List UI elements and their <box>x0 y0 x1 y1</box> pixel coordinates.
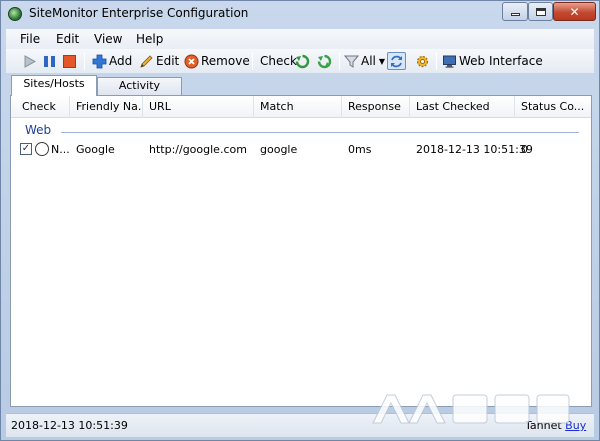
watermark-logo-icon <box>372 394 570 424</box>
pencil-icon <box>140 54 153 68</box>
check-button[interactable]: Check <box>258 52 297 70</box>
add-label: Add <box>109 54 133 68</box>
edit-label: Edit <box>156 54 180 68</box>
sites-list[interactable]: Check Friendly Na... URL Match Response … <box>10 95 592 407</box>
chevron-down-icon: ▼ <box>378 56 386 66</box>
play-icon <box>24 54 37 68</box>
check-label: Check <box>260 54 297 68</box>
tab-activity[interactable]: Activity <box>97 77 182 95</box>
column-header-response[interactable]: Response <box>348 100 410 113</box>
row-url: http://google.com <box>149 143 247 156</box>
edit-button[interactable]: Edit <box>139 52 179 70</box>
pause-button[interactable] <box>42 52 57 70</box>
table-row[interactable]: ✓ N... Google http://google.com google 0… <box>11 140 591 158</box>
toolbar-separator <box>436 52 437 70</box>
minimize-icon <box>510 13 520 16</box>
maximize-button[interactable] <box>528 2 553 21</box>
column-divider[interactable] <box>409 96 410 118</box>
filter-label: All <box>361 54 376 68</box>
column-header-status-code[interactable]: Status Co... <box>521 100 589 113</box>
column-header-url[interactable]: URL <box>149 100 249 113</box>
row-friendly-name: Google <box>76 143 115 156</box>
row-last-checked: 2018-12-13 10:51:39 <box>416 143 533 156</box>
tab-strip: Activity Sites/Hosts <box>6 75 594 96</box>
auto-refresh-toggle[interactable] <box>387 52 406 70</box>
check-all-button[interactable] <box>317 52 332 70</box>
settings-button[interactable] <box>415 52 430 70</box>
list-header: Check Friendly Na... URL Match Response … <box>11 96 591 118</box>
minimize-button[interactable] <box>502 2 528 21</box>
start-button[interactable] <box>22 52 37 70</box>
group-divider <box>61 132 579 133</box>
app-window: SiteMonitor Enterprise Configuration ✕ F… <box>0 0 600 441</box>
pause-icon <box>44 55 55 67</box>
column-header-match[interactable]: Match <box>260 100 340 113</box>
column-header-friendly-name[interactable]: Friendly Na... <box>76 100 141 113</box>
gear-icon <box>416 55 429 67</box>
menu-bar: File Edit View Help <box>6 29 594 49</box>
row-check-cell: N... <box>51 143 70 156</box>
column-divider[interactable] <box>69 96 70 118</box>
maximize-icon <box>535 7 546 16</box>
window-title: SiteMonitor Enterprise Configuration <box>29 6 249 20</box>
title-bar[interactable]: SiteMonitor Enterprise Configuration ✕ <box>1 1 599 27</box>
toolbar-separator <box>84 52 85 70</box>
toolbar-separator <box>339 52 340 70</box>
app-globe-icon <box>8 7 22 21</box>
row-match: google <box>260 143 298 156</box>
refresh-green-icon <box>295 54 310 68</box>
plus-icon <box>92 54 107 68</box>
close-icon: ✕ <box>569 4 580 19</box>
row-status-code: 0 <box>521 143 528 156</box>
menu-file[interactable]: File <box>20 32 40 46</box>
row-checkbox[interactable]: ✓ <box>20 143 32 155</box>
group-header-web[interactable]: Web <box>25 123 51 137</box>
add-button[interactable]: Add <box>92 52 132 70</box>
menu-view[interactable]: View <box>94 32 122 46</box>
column-divider[interactable] <box>514 96 515 118</box>
filter-funnel-icon <box>344 55 359 68</box>
remove-button[interactable]: Remove <box>184 52 250 70</box>
status-last-update: 2018-12-13 10:51:39 <box>11 419 128 432</box>
check-selected-button[interactable] <box>295 52 310 70</box>
remove-icon <box>184 54 199 68</box>
web-interface-label: Web Interface <box>459 54 543 68</box>
filter-dropdown[interactable]: All ▼ <box>344 52 385 70</box>
status-circle-icon <box>35 142 49 156</box>
column-header-check[interactable]: Check <box>22 100 70 113</box>
column-divider[interactable] <box>142 96 143 118</box>
stop-icon <box>63 54 76 68</box>
tab-sites-hosts[interactable]: Sites/Hosts <box>11 75 97 96</box>
toolbar: Add Edit Remove Check All ▼ Web Interfac… <box>6 49 594 73</box>
sync-icon <box>391 55 402 67</box>
stop-button[interactable] <box>62 52 77 70</box>
menu-help[interactable]: Help <box>136 32 163 46</box>
remove-label: Remove <box>201 54 250 68</box>
column-divider[interactable] <box>253 96 254 118</box>
column-header-last-checked[interactable]: Last Checked <box>416 100 514 113</box>
menu-edit[interactable]: Edit <box>56 32 79 46</box>
monitor-icon <box>443 55 456 68</box>
web-interface-button[interactable]: Web Interface <box>442 52 543 70</box>
column-divider[interactable] <box>341 96 342 118</box>
refresh-all-icon <box>317 54 332 68</box>
row-response: 0ms <box>348 143 372 156</box>
close-button[interactable]: ✕ <box>553 2 596 21</box>
toolbar-separator <box>252 52 253 70</box>
